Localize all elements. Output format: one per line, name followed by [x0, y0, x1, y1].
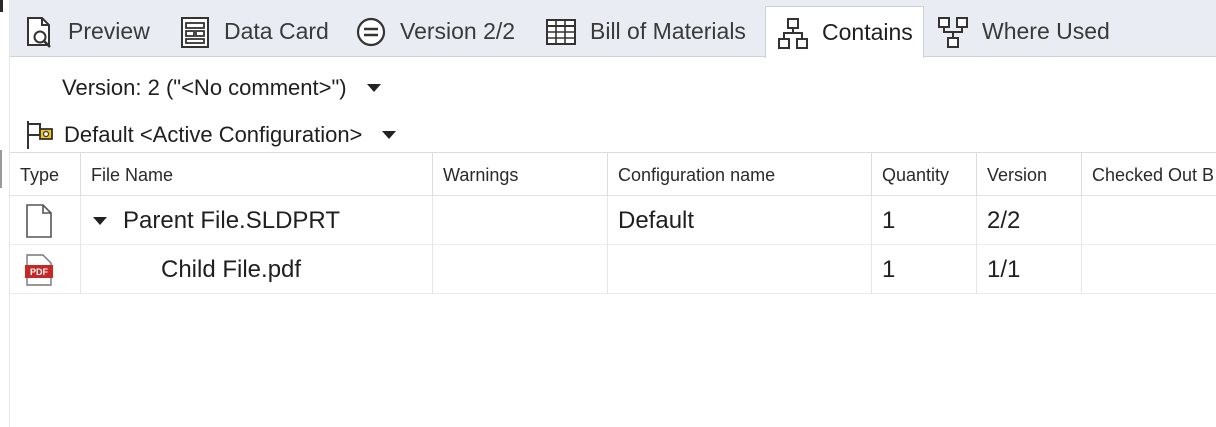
type-cell: PDF	[10, 245, 80, 294]
checked-out-by-cell	[1081, 245, 1216, 294]
configuration-cell: Default	[607, 196, 871, 245]
preview-icon	[22, 15, 56, 49]
pdf-icon: PDF	[24, 253, 54, 287]
tab-contains[interactable]: Contains	[765, 6, 924, 58]
checked-out-by-cell	[1081, 196, 1216, 245]
contains-grid: Type File Name Warnings Configuration na…	[10, 152, 1216, 294]
column-header-warnings[interactable]: Warnings	[432, 153, 607, 197]
tab-preview[interactable]: Preview	[22, 6, 150, 57]
tab-label: Data Card	[224, 18, 329, 44]
tab-label: Where Used	[982, 18, 1110, 44]
tab-label: Bill of Materials	[590, 18, 746, 44]
table-row[interactable]: PDF Child File.pdf 1 1/1	[10, 245, 1216, 294]
splitter-handle[interactable]	[0, 150, 2, 188]
configuration-flag-icon	[24, 119, 56, 151]
document-icon	[24, 203, 54, 239]
quantity-cell: 1	[871, 245, 976, 294]
column-header-type[interactable]: Type	[10, 153, 80, 197]
table-row[interactable]: Parent File.SLDPRT Default 1 2/2	[10, 196, 1216, 245]
configuration-selector-label: Default <Active Configuration>	[64, 122, 363, 147]
tab-bill-of-materials[interactable]: Bill of Materials	[544, 6, 746, 57]
column-header-checked-out-by[interactable]: Checked Out B	[1081, 153, 1216, 197]
tab-where-used[interactable]: Where Used	[936, 6, 1110, 57]
left-edge	[0, 0, 10, 427]
tab-label: Preview	[68, 18, 150, 44]
tab-bar: Preview Data Card Version 2/2 Bill of Ma…	[10, 0, 1216, 58]
bill-of-materials-icon	[544, 15, 578, 49]
version-selector[interactable]: Version: 2 ("<No comment>")	[62, 72, 381, 104]
version-cell: 1/1	[976, 245, 1081, 294]
configuration-selector[interactable]: Default <Active Configuration>	[24, 118, 397, 152]
tab-label: Contains	[822, 19, 913, 45]
file-name: Child File.pdf	[161, 255, 302, 283]
column-header-version[interactable]: Version	[976, 153, 1081, 197]
file-name: Parent File.SLDPRT	[123, 206, 340, 234]
warnings-cell	[432, 245, 607, 294]
where-used-icon	[936, 15, 970, 49]
chevron-down-icon[interactable]	[366, 84, 381, 92]
version-cell: 2/2	[976, 196, 1081, 245]
contains-icon	[776, 16, 810, 50]
version-icon	[354, 15, 388, 49]
tab-version[interactable]: Version 2/2	[354, 6, 515, 57]
column-header-quantity[interactable]: Quantity	[871, 153, 976, 197]
type-cell	[10, 196, 80, 245]
pdf-badge-text: PDF	[30, 267, 49, 277]
tab-data-card[interactable]: Data Card	[178, 6, 329, 57]
file-name-cell: Parent File.SLDPRT	[80, 196, 432, 245]
file-name-cell: Child File.pdf	[80, 245, 432, 294]
configuration-cell	[607, 245, 871, 294]
column-header-configuration-name[interactable]: Configuration name	[607, 153, 871, 197]
expand-caret-icon[interactable]	[93, 216, 107, 225]
column-header-file-name[interactable]: File Name	[80, 153, 432, 197]
version-selector-label: Version: 2 ("<No comment>")	[62, 75, 347, 100]
quantity-cell: 1	[871, 196, 976, 245]
data-card-icon	[178, 15, 212, 49]
grid-header: Type File Name Warnings Configuration na…	[10, 152, 1216, 197]
warnings-cell	[432, 196, 607, 245]
tab-label: Version 2/2	[400, 18, 516, 44]
window-edge-mark	[0, 0, 3, 12]
chevron-down-icon[interactable]	[382, 131, 397, 139]
